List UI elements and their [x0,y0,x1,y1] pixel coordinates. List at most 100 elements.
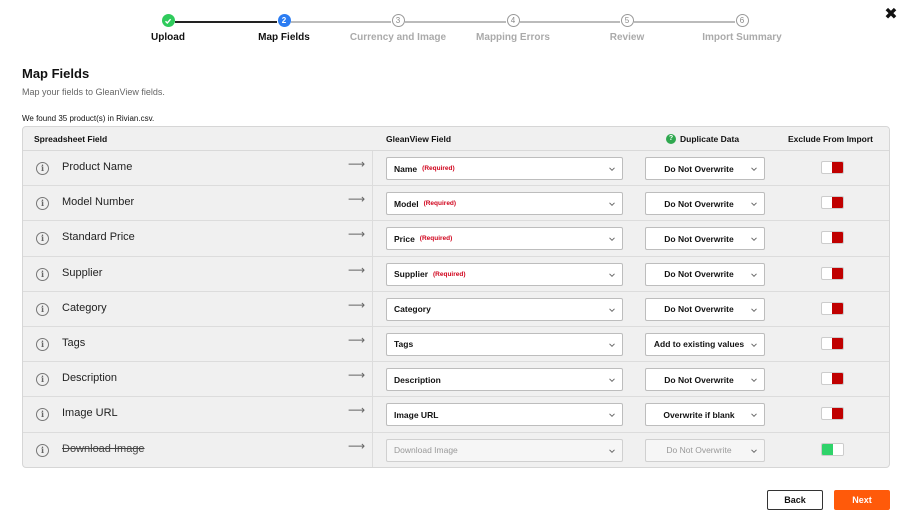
gleanview-field-select[interactable]: Supplier (Required) [386,262,623,286]
chevron-down-icon [609,342,615,348]
required-badge: (Required) [423,200,457,208]
info-icon[interactable]: i [36,197,49,211]
duplicate-data-select[interactable]: Do Not Overwrite [645,297,765,321]
spreadsheet-field-name: Model Number [62,196,135,209]
chevron-down-icon [609,307,615,313]
gleanview-field-value: Name [394,163,418,174]
toggle-knob [832,337,843,349]
exclude-toggle[interactable] [821,372,844,386]
progress-stepper: Upload 2 Map Fields 3 Currency and Image 4 Map… [113,14,813,50]
chevron-down-icon [751,342,757,348]
table-row: i Category ⟶ Category Do Not Overwrite [23,292,889,327]
duplicate-data-select[interactable]: Do Not Overwrite [645,157,765,180]
header-gleanview-field: GleanView Field [386,134,452,144]
info-icon[interactable]: i [36,162,49,175]
duplicate-data-value: Do Not Overwrite [664,374,734,385]
toggle-knob [832,197,843,209]
exclude-toggle[interactable] [821,161,844,174]
info-icon[interactable]: i [36,267,49,281]
spreadsheet-field-name: Supplier [62,266,103,279]
step-label: Currency and Image [349,32,447,43]
help-icon[interactable]: ? [666,134,676,144]
info-icon[interactable]: i [36,443,49,457]
exclude-toggle[interactable] [821,336,844,350]
arrow-right-icon: ⟶ [348,227,366,242]
gleanview-field-select[interactable]: Download Image [386,438,623,462]
duplicate-data-select[interactable]: Do Not Overwrite [645,192,765,216]
chevron-down-icon [751,272,757,278]
gleanview-field-select[interactable]: Image URL [386,403,623,427]
exclude-toggle[interactable] [821,196,844,210]
required-badge: (Required) [422,165,455,172]
back-button[interactable]: Back [767,490,823,510]
table-row: i Standard Price ⟶ Price (Required) Do Not Ov… [23,221,889,257]
close-icon[interactable]: ✖ [884,6,898,24]
gleanview-field-select[interactable]: Name (Required) [386,157,623,180]
gleanview-field-value: Supplier [394,269,429,280]
duplicate-data-value: Do Not Overwrite [664,163,734,174]
toggle-knob [832,373,843,385]
chevron-down-icon [751,307,757,313]
spreadsheet-field-name: Image URL [62,407,118,420]
duplicate-data-select[interactable]: Do Not Overwrite [645,262,765,286]
exclude-toggle[interactable] [821,407,844,421]
duplicate-data-value: Overwrite if blank [663,409,735,420]
toggle-knob [832,408,843,420]
info-icon[interactable]: i [36,408,49,422]
step-label: Review [609,32,645,43]
info-icon[interactable]: i [36,232,49,246]
info-icon[interactable]: i [36,337,49,351]
step-map-fields: 2 Map Fields [229,14,339,43]
duplicate-data-value: Do Not Overwrite [666,445,732,455]
check-icon [161,14,175,27]
duplicate-data-select[interactable]: Add to existing values [645,332,765,356]
spreadsheet-field-name: Tags [62,336,86,349]
chevron-down-icon [609,412,615,418]
next-button[interactable]: Next [834,490,890,510]
arrow-right-icon: ⟶ [348,157,366,171]
required-badge: (Required) [419,235,453,243]
duplicate-data-value: Do Not Overwrite [664,198,734,209]
header-duplicate-label: Duplicate Data [680,134,740,144]
duplicate-data-value: Do Not Overwrite [664,304,734,315]
table-body: i Product Name ⟶ Name (Required) Do Not Overw… [23,151,889,467]
duplicate-data-select[interactable]: Overwrite if blank [645,403,765,427]
arrow-right-icon: ⟶ [348,332,366,347]
step-label: Map Fields [258,32,310,43]
exclude-toggle[interactable] [821,231,844,245]
required-badge: (Required) [433,270,466,278]
page-title: Map Fields [22,66,90,81]
exclude-toggle[interactable] [821,266,844,280]
gleanview-field-select[interactable]: Description [386,368,623,392]
arrow-right-icon: ⟶ [348,192,366,207]
duplicate-data-value: Add to existing values [653,339,745,350]
info-icon[interactable]: i [36,373,49,387]
info-icon[interactable]: i [36,302,49,316]
duplicate-data-select[interactable]: Do Not Overwrite [645,368,765,392]
exclude-toggle[interactable] [821,301,844,315]
step-number: 3 [391,14,405,27]
exclude-toggle[interactable] [821,442,844,456]
gleanview-field-select[interactable]: Category [386,297,623,321]
duplicate-data-select[interactable]: Do Not Overwrite [645,438,765,462]
gleanview-field-value: Category [394,304,431,315]
chevron-down-icon [751,201,757,207]
gleanview-field-select[interactable]: Price (Required) [386,227,623,251]
gleanview-field-select[interactable]: Model (Required) [386,192,623,216]
table-row: i Description ⟶ Description Do Not Overwrite [23,362,889,398]
table-row: i Model Number ⟶ Model (Required) Do Not Over… [23,186,889,222]
gleanview-field-select[interactable]: Tags [386,332,623,356]
toggle-knob [832,267,843,279]
gleanview-field-value: Download Image [394,445,458,455]
chevron-down-icon [609,166,615,172]
step-label: Import Summary [702,32,782,43]
spreadsheet-field-name: Download Image [62,442,145,455]
table-row: i Tags ⟶ Tags Add to existing values [23,327,889,363]
step-label: Upload [151,32,185,43]
toggle-knob [832,162,843,173]
chevron-down-icon [609,201,615,207]
table-row: i Image URL ⟶ Image URL Overwrite if blank [23,397,889,433]
step-number: 5 [620,14,634,27]
gleanview-field-value: Image URL [394,409,439,420]
duplicate-data-select[interactable]: Do Not Overwrite [645,227,765,251]
